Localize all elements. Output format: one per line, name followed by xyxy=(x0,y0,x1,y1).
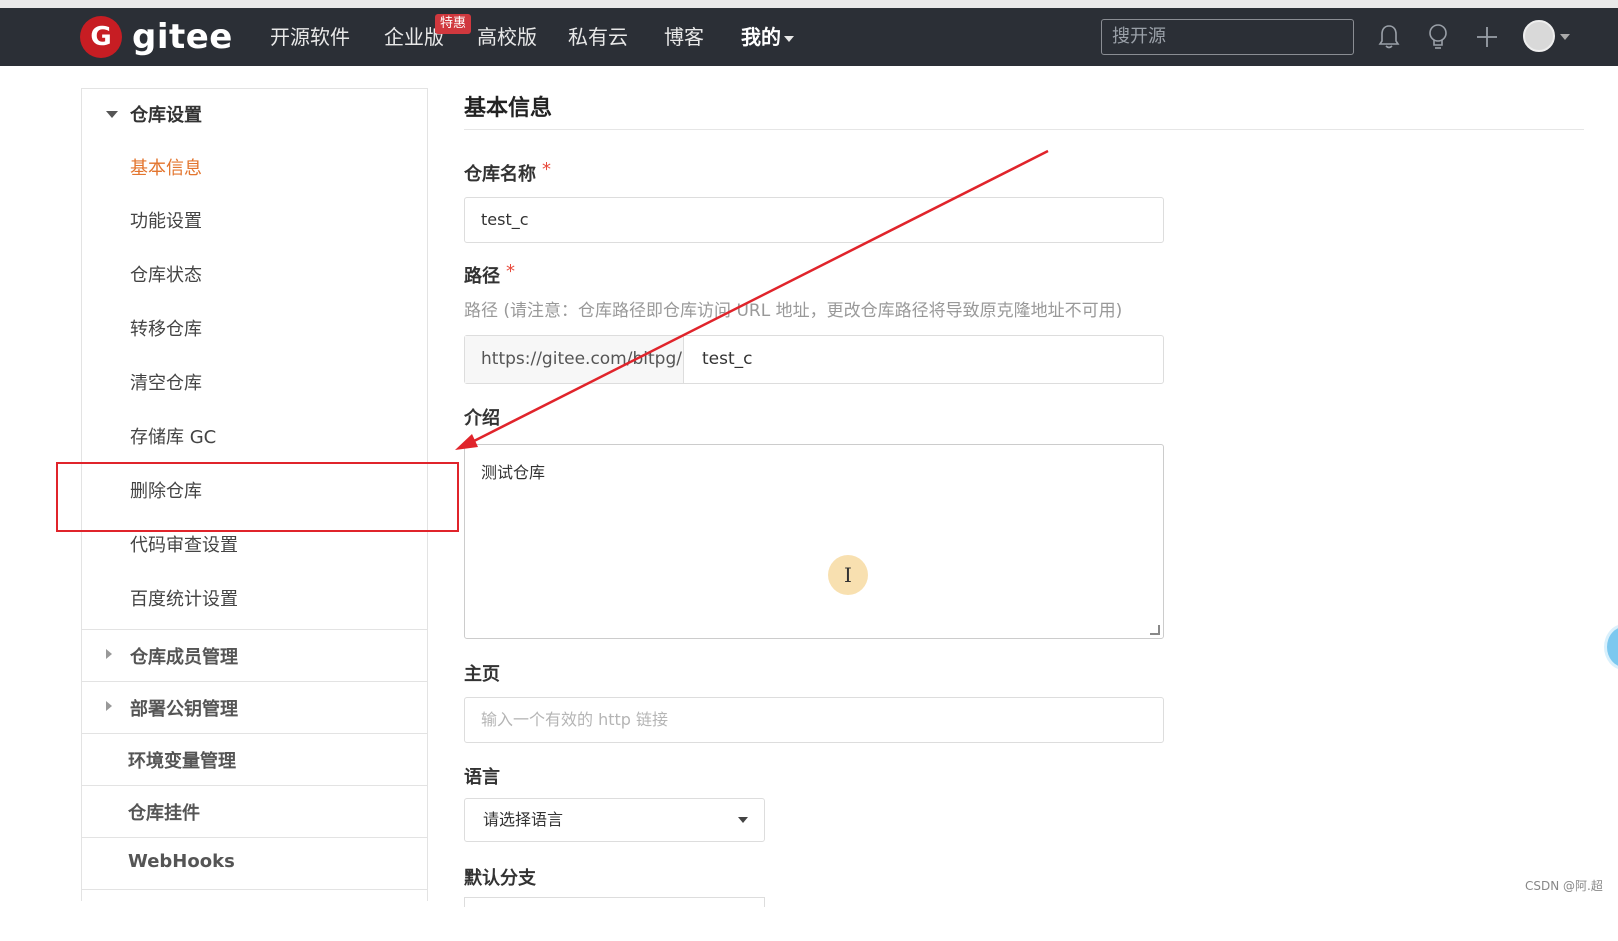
gitee-logo-icon: G xyxy=(80,16,122,58)
sidebar-group-label: WebHooks xyxy=(128,851,235,872)
sidebar-group-label: 仓库成员管理 xyxy=(130,647,238,668)
sidebar-item-code-review[interactable]: 代码审查设置 xyxy=(130,531,238,557)
lightbulb-icon[interactable] xyxy=(1423,22,1453,52)
resize-handle-icon[interactable] xyxy=(1150,625,1160,635)
homepage-input[interactable]: 输入一个有效的 http 链接 xyxy=(464,697,1164,743)
plus-icon[interactable] xyxy=(1472,22,1502,52)
sidebar-group-widgets[interactable]: 仓库挂件 xyxy=(82,785,427,837)
chevron-down-icon[interactable] xyxy=(1560,34,1570,40)
browser-top-strip xyxy=(0,0,1618,8)
sidebar-group-webhooks[interactable]: WebHooks xyxy=(82,837,427,889)
title-divider xyxy=(464,129,1584,130)
chevron-down-icon xyxy=(784,35,794,42)
intro-text: 测试仓库 xyxy=(481,463,546,482)
repo-name-input[interactable]: test_c xyxy=(464,197,1164,243)
path-hint: 路径 (请注意：仓库路径即仓库访问 URL 地址，更改仓库路径将导致原克隆地址不… xyxy=(464,301,1123,321)
required-mark: * xyxy=(542,159,551,180)
sidebar-item-clear[interactable]: 清空仓库 xyxy=(130,369,202,395)
caret-right-icon xyxy=(106,701,112,711)
nav-private-cloud[interactable]: 私有云 xyxy=(568,8,628,66)
top-navbar: G gitee 开源软件 企业版 特惠 高校版 私有云 博客 我的 搜开源 xyxy=(0,8,1618,66)
gitee-logo[interactable]: G gitee xyxy=(80,16,233,58)
language-select[interactable]: 请选择语言 xyxy=(464,798,765,842)
required-mark: * xyxy=(506,261,515,282)
nav-education[interactable]: 高校版 xyxy=(477,8,537,66)
chevron-down-icon xyxy=(738,817,748,823)
nav-mine-label: 我的 xyxy=(741,25,781,49)
homepage-label: 主页 xyxy=(464,664,500,685)
sidebar-item-transfer[interactable]: 转移仓库 xyxy=(130,315,202,341)
language-label: 语言 xyxy=(464,767,500,788)
nav-open-source[interactable]: 开源软件 xyxy=(270,8,350,66)
language-select-value: 请选择语言 xyxy=(483,810,564,829)
annotation-highlight-box xyxy=(56,462,459,532)
sidebar-group-label: 仓库挂件 xyxy=(128,803,200,824)
path-label-text: 路径 xyxy=(464,266,500,287)
path-prefix: https://gitee.com/bitpg/ xyxy=(465,336,684,383)
path-input-group: https://gitee.com/bitpg/ test_c xyxy=(464,335,1164,384)
repo-name-label-text: 仓库名称 xyxy=(464,164,536,185)
default-branch-select[interactable] xyxy=(464,897,765,907)
intro-textarea[interactable]: 测试仓库 xyxy=(464,444,1164,639)
default-branch-label: 默认分支 xyxy=(464,868,536,889)
sidebar-group-members[interactable]: 仓库成员管理 xyxy=(82,629,427,681)
search-input[interactable]: 搜开源 xyxy=(1101,19,1354,55)
sidebar-section-title: 仓库设置 xyxy=(130,105,202,126)
intro-label: 介绍 xyxy=(464,408,500,429)
repo-name-label: 仓库名称 * xyxy=(464,159,551,186)
bell-icon[interactable] xyxy=(1374,22,1404,52)
sidebar-group-label: 环境变量管理 xyxy=(128,751,236,772)
caret-right-icon xyxy=(106,649,112,659)
sidebar-item-gc[interactable]: 存储库 GC xyxy=(130,423,216,449)
nav-mine[interactable]: 我的 xyxy=(741,8,794,66)
sidebar-group-label: 部署公钥管理 xyxy=(130,699,238,720)
caret-down-icon xyxy=(106,111,118,118)
avatar[interactable] xyxy=(1523,20,1555,52)
floating-help-button[interactable] xyxy=(1604,624,1618,670)
text-cursor-icon: I xyxy=(828,555,868,595)
sidebar-item-repo-status[interactable]: 仓库状态 xyxy=(130,261,202,287)
sidebar-section-repo-settings[interactable]: 仓库设置 xyxy=(82,89,427,139)
sidebar-item-basic-info[interactable]: 基本信息 xyxy=(130,154,202,180)
promo-badge: 特惠 xyxy=(435,14,472,34)
watermark: CSDN @阿.超 xyxy=(1525,879,1603,893)
page-title: 基本信息 xyxy=(464,96,553,121)
sidebar-group-deploy-keys[interactable]: 部署公钥管理 xyxy=(82,681,427,733)
sidebar-item-features[interactable]: 功能设置 xyxy=(130,207,202,233)
path-input[interactable]: test_c xyxy=(684,336,1163,383)
nav-blog[interactable]: 博客 xyxy=(664,8,704,66)
path-label: 路径 * xyxy=(464,261,515,288)
sidebar-group-env-vars[interactable]: 环境变量管理 xyxy=(82,733,427,785)
gitee-logo-text: gitee xyxy=(132,17,233,57)
sidebar-item-baidu-stats[interactable]: 百度统计设置 xyxy=(130,585,238,611)
sidebar-group-divider xyxy=(82,889,427,941)
